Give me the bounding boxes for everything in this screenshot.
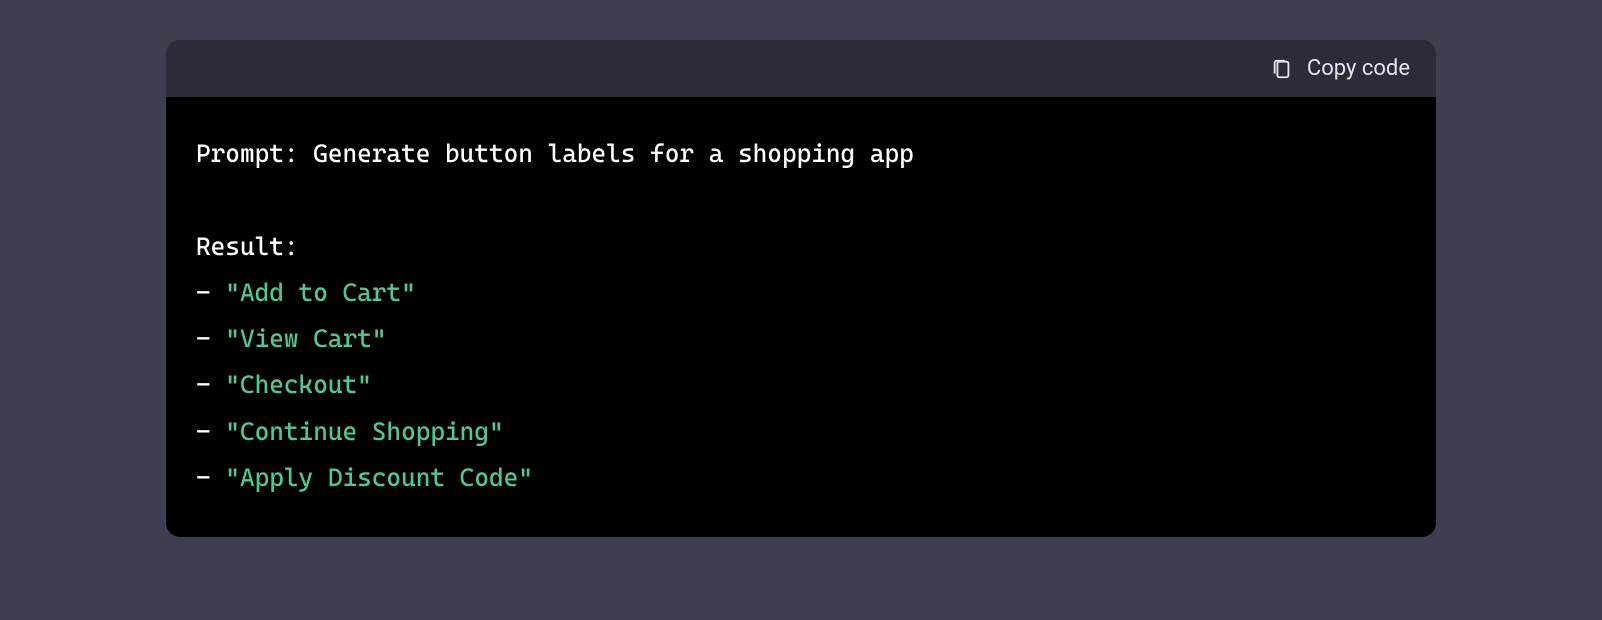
code-block: Copy code Prompt: Generate button labels… <box>166 40 1436 537</box>
result-label: Result: <box>196 224 1406 270</box>
blank-line <box>196 177 1406 223</box>
code-content: Prompt: Generate button labels for a sho… <box>166 97 1436 537</box>
result-item: - "View Cart" <box>196 316 1406 362</box>
result-item: - "Apply Discount Code" <box>196 455 1406 501</box>
prompt-line: Prompt: Generate button labels for a sho… <box>196 131 1406 177</box>
result-item: - "Continue Shopping" <box>196 409 1406 455</box>
copy-code-label: Copy code <box>1307 56 1410 81</box>
result-item: - "Add to Cart" <box>196 270 1406 316</box>
result-item: - "Checkout" <box>196 362 1406 408</box>
clipboard-icon <box>1271 57 1293 81</box>
copy-code-button[interactable]: Copy code <box>1271 56 1410 81</box>
code-header: Copy code <box>166 40 1436 97</box>
